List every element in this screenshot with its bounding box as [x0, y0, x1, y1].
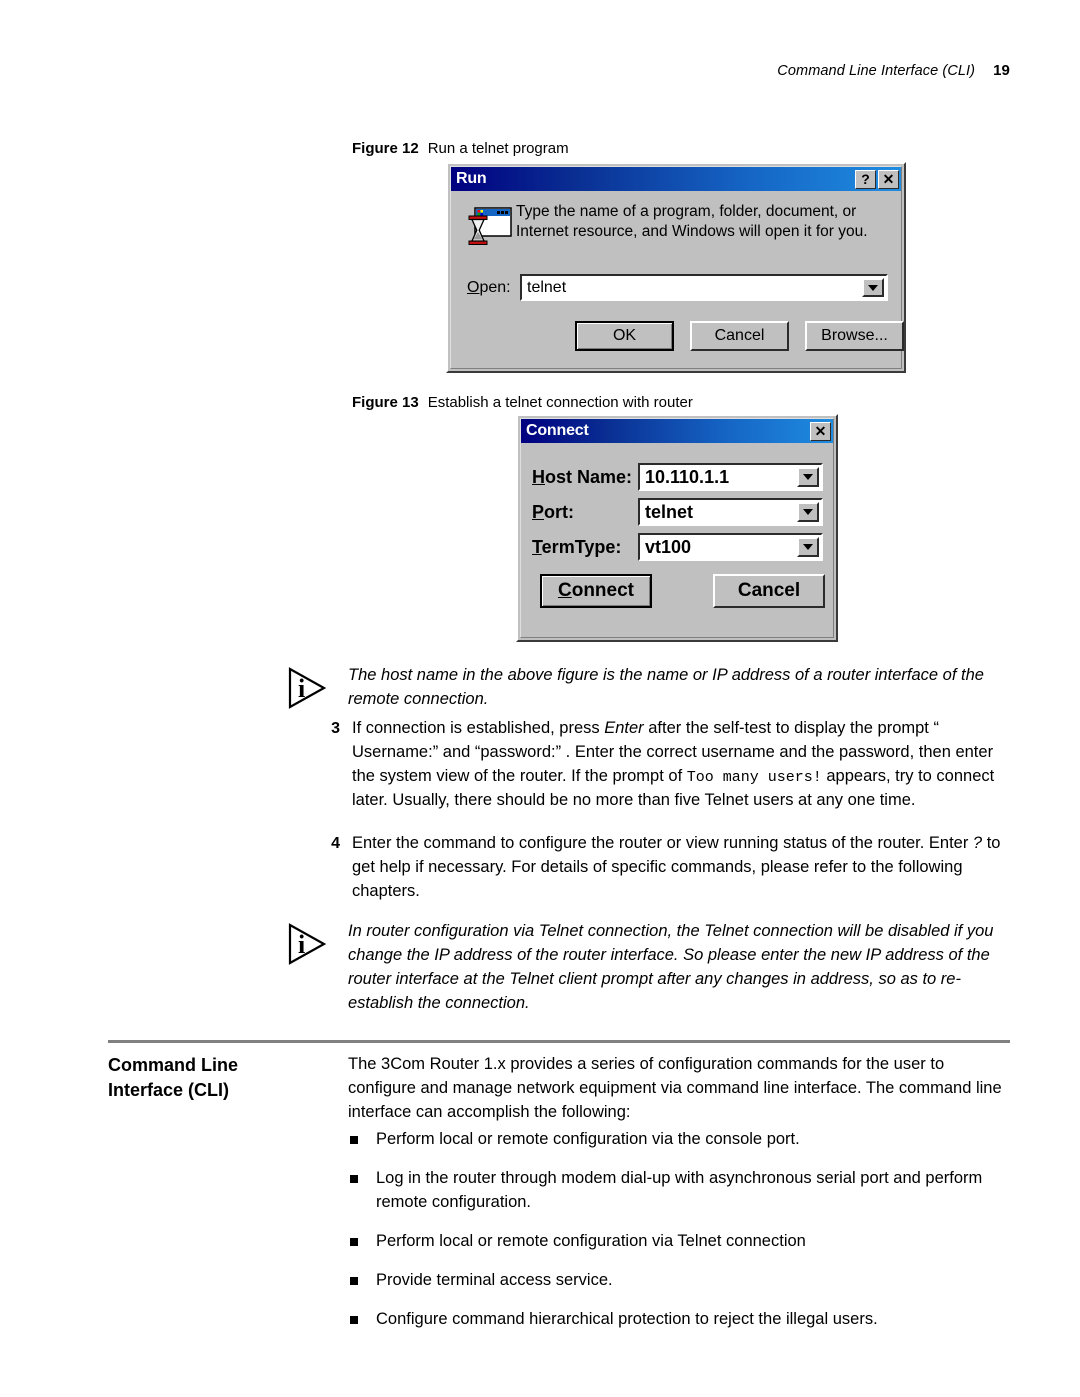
run-open-accelerator: O: [467, 279, 480, 296]
term-type-combobox[interactable]: vt100: [638, 533, 823, 561]
run-open-combobox[interactable]: telnet: [520, 274, 888, 301]
run-program-hourglass-icon: [468, 207, 512, 245]
list-item: Perform local or remote configuration vi…: [348, 1128, 1010, 1152]
chevron-down-icon[interactable]: [797, 537, 819, 557]
capability-bullet-list: Perform local or remote configuration vi…: [348, 1128, 1010, 1332]
help-icon[interactable]: ?: [855, 169, 876, 189]
term-type-label-rest: ermType:: [541, 537, 622, 557]
list-item: Log in the router through modem dial-up …: [348, 1167, 1010, 1215]
run-dialog-title: Run: [456, 170, 487, 187]
section-heading-line-2: Interface (CLI): [108, 1079, 230, 1100]
host-name-combobox[interactable]: 10.110.1.1: [638, 463, 823, 491]
step-emphasis-enter: Enter: [604, 719, 644, 737]
cancel-button[interactable]: Cancel: [713, 574, 825, 608]
note-block: i In router configuration via Telnet con…: [286, 920, 1010, 1016]
run-dialog-titlebar[interactable]: Run ? ✕: [451, 167, 901, 191]
connect-button-label: onnect: [571, 580, 634, 601]
connect-dialog: Connect ✕ Host Name: 10.110.1.1 Port: te…: [516, 414, 838, 642]
svg-text:i: i: [298, 674, 305, 703]
host-name-accelerator: H: [532, 467, 545, 487]
list-item-text: Provide terminal access service.: [376, 1270, 613, 1289]
list-item-text: Configure command hierarchical protectio…: [376, 1309, 878, 1328]
figure-13-label: Figure 13: [352, 394, 419, 411]
figure-12-title: Run a telnet program: [427, 140, 569, 157]
step-emphasis-question-mark: ?: [972, 834, 983, 852]
svg-text:i: i: [298, 930, 305, 959]
step-number: 4: [331, 835, 340, 852]
run-dialog-button-row: OK Cancel Browse...: [575, 321, 905, 351]
browse-button[interactable]: Browse...: [805, 321, 904, 351]
figure-12-label: Figure 12: [352, 140, 419, 157]
run-dialog-description: Type the name of a program, folder, docu…: [516, 203, 868, 241]
step-code-too-many-users: Too many users!: [686, 768, 822, 786]
step-text: If connection is established, press Ente…: [352, 717, 1010, 813]
port-label-rest: ort:: [544, 502, 575, 522]
figure-13-title: Establish a telnet connection with route…: [427, 394, 693, 411]
note-information-triangle-icon: i: [288, 667, 327, 709]
host-name-label: Host Name:: [532, 467, 632, 488]
list-item-text: Perform local or remote configuration vi…: [376, 1231, 806, 1250]
run-open-label: Open:: [467, 279, 511, 297]
list-item-text: Log in the router through modem dial-up …: [376, 1168, 983, 1211]
run-dialog: Run ? ✕ Type the name of a program, fold…: [446, 162, 906, 373]
close-icon[interactable]: ✕: [810, 421, 831, 441]
section-divider: [108, 1040, 1010, 1043]
term-type-label: TermType:: [532, 537, 621, 558]
step-number: 3: [331, 720, 340, 737]
note-information-triangle-icon: i: [288, 923, 327, 965]
header-chapter-title: Command Line Interface (CLI): [777, 63, 976, 79]
connect-dialog-titlebar[interactable]: Connect ✕: [521, 419, 833, 443]
step-item: 4 Enter the command to configure the rou…: [320, 832, 1010, 904]
chevron-down-icon[interactable]: [797, 502, 819, 522]
figure-12-caption: Figure 12 Run a telnet program: [352, 140, 569, 157]
port-accelerator: P: [532, 502, 545, 522]
step-item: 3 If connection is established, press En…: [320, 717, 1010, 813]
bullet-square-icon: [350, 1237, 358, 1246]
chevron-down-icon[interactable]: [797, 467, 819, 487]
list-item: Provide terminal access service.: [348, 1269, 1010, 1293]
step-text-part1: If connection is established, press: [352, 719, 605, 737]
ok-button[interactable]: OK: [575, 321, 674, 351]
list-item: Perform local or remote configuration vi…: [348, 1230, 1010, 1254]
connect-button-accelerator: C: [557, 580, 572, 601]
bullet-square-icon: [350, 1174, 358, 1183]
host-name-input[interactable]: 10.110.1.1: [640, 467, 797, 488]
term-type-accelerator: T: [532, 537, 542, 557]
close-icon[interactable]: ✕: [878, 169, 899, 189]
connect-button[interactable]: Connect: [540, 574, 652, 608]
note-text: In router configuration via Telnet conne…: [348, 922, 994, 1012]
port-label: Port:: [532, 502, 574, 523]
page-number: 19: [993, 62, 1010, 79]
step-text: Enter the command to configure the route…: [352, 832, 1010, 904]
section-intro-paragraph: The 3Com Router 1.x provides a series of…: [348, 1055, 1002, 1121]
bullet-square-icon: [350, 1276, 358, 1285]
port-input[interactable]: telnet: [640, 502, 797, 523]
bullet-square-icon: [350, 1315, 358, 1324]
section-heading: Command Line Interface (CLI): [108, 1053, 308, 1103]
list-item-text: Perform local or remote configuration vi…: [376, 1130, 800, 1148]
note-block: i The host name in the above figure is t…: [286, 664, 1010, 712]
step-text-part1: Enter the command to configure the route…: [352, 834, 973, 852]
chevron-down-icon[interactable]: [862, 278, 884, 297]
run-open-label-rest: pen:: [479, 279, 511, 296]
list-item: Configure command hierarchical protectio…: [348, 1308, 1010, 1332]
note-text: The host name in the above figure is the…: [348, 666, 984, 708]
term-type-input[interactable]: vt100: [640, 537, 797, 558]
connect-dialog-title: Connect: [526, 422, 589, 439]
bullet-square-icon: [350, 1136, 358, 1144]
cancel-button[interactable]: Cancel: [690, 321, 789, 351]
page-running-header: Command Line Interface (CLI) 19: [108, 62, 1010, 79]
run-open-input[interactable]: telnet: [522, 279, 862, 297]
figure-13-caption: Figure 13 Establish a telnet connection w…: [352, 394, 693, 411]
port-combobox[interactable]: telnet: [638, 498, 823, 526]
connect-dialog-button-row: Connect Cancel: [540, 574, 825, 608]
section-heading-line-1: Command Line: [108, 1055, 239, 1075]
host-name-label-rest: ost Name:: [545, 467, 633, 487]
